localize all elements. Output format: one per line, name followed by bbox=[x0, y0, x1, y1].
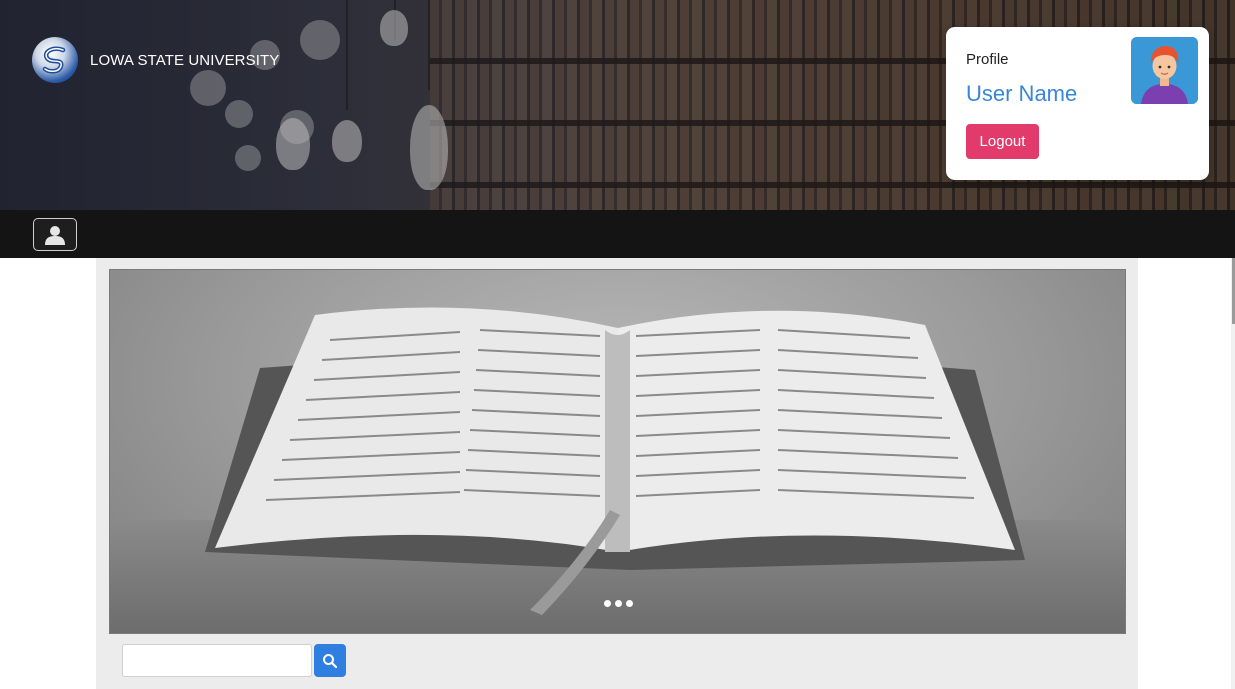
user-name: User Name bbox=[966, 81, 1078, 106]
carousel-dot[interactable] bbox=[615, 600, 622, 607]
university-logo-icon bbox=[32, 37, 78, 83]
light-bulb bbox=[410, 105, 448, 190]
user-menu-button[interactable] bbox=[33, 218, 77, 251]
search-button[interactable] bbox=[314, 644, 346, 677]
brand-name: LOWA STATE UNIVERSITY bbox=[90, 51, 280, 69]
profile-card: Profile User Name Logout bbox=[946, 27, 1209, 180]
light-bulb bbox=[380, 10, 408, 46]
bokeh-light bbox=[235, 145, 261, 171]
user-avatar-icon bbox=[1131, 37, 1198, 104]
navbar bbox=[0, 210, 1235, 258]
carousel-dot[interactable] bbox=[604, 600, 611, 607]
brand[interactable]: LOWA STATE UNIVERSITY bbox=[32, 36, 279, 84]
bulb-cord bbox=[428, 0, 430, 90]
carousel-dot[interactable] bbox=[626, 600, 633, 607]
bulb-cord bbox=[346, 0, 348, 110]
bokeh-light bbox=[300, 20, 340, 60]
carousel-indicators bbox=[110, 600, 1125, 607]
light-bulb bbox=[276, 118, 310, 170]
search-icon bbox=[323, 653, 338, 668]
bokeh-light bbox=[225, 100, 253, 128]
header-banner: LOWA STATE UNIVERSITY Profile User Name … bbox=[0, 0, 1235, 210]
logout-button[interactable]: Logout bbox=[966, 124, 1039, 159]
open-book-image bbox=[205, 307, 1025, 615]
profile-label: Profile bbox=[966, 51, 1009, 68]
main-content bbox=[96, 258, 1138, 689]
image-carousel[interactable] bbox=[109, 269, 1126, 634]
user-icon bbox=[45, 225, 65, 245]
search-input[interactable] bbox=[122, 644, 312, 677]
light-bulb bbox=[332, 120, 362, 162]
